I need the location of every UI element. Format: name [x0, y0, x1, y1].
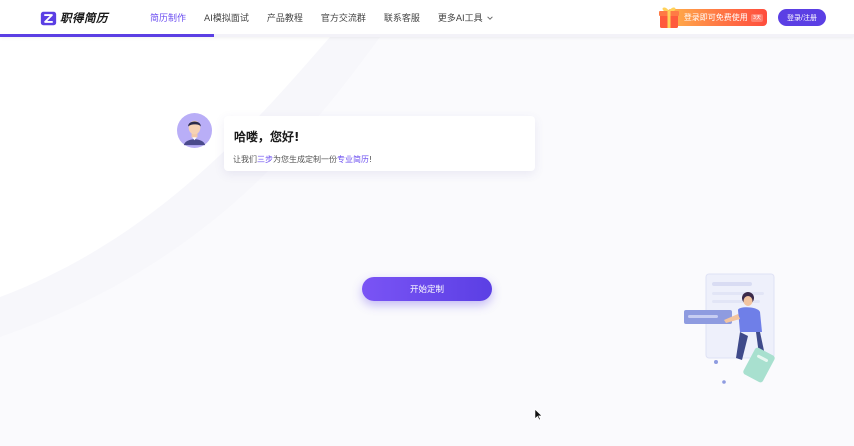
greeting-card: 哈喽，您好! 让我们三步为您生成定制一份专业简历! [224, 116, 535, 171]
nav-label: 简历制作 [150, 14, 187, 24]
mouse-cursor-icon [534, 408, 543, 421]
promo-pill: 登录即可免费使用 3天 [667, 9, 767, 26]
nav-label: 联系客服 [383, 14, 420, 24]
assistant-avatar [177, 113, 212, 148]
nav-item-tutorial[interactable]: 产品教程 [267, 11, 303, 24]
nav-label: 产品教程 [266, 14, 303, 24]
greeting-sub-text: 为您生成定制一份 [273, 155, 337, 164]
greeting-subtitle: 让我们三步为您生成定制一份专业简历! [233, 154, 372, 165]
progress-track [0, 34, 854, 37]
greeting-sub-text: 让我们 [233, 155, 257, 164]
greeting-highlight-steps: 三步 [257, 155, 273, 164]
nav-item-ai-interview[interactable]: AI模拟面试 [204, 11, 249, 24]
greeting-highlight-resume: 专业简历 [337, 155, 369, 164]
nav-label: AI模拟面试 [204, 14, 249, 24]
nav-item-resume[interactable]: 简历制作 [150, 11, 186, 24]
chevron-down-icon [486, 15, 493, 20]
start-customize-button[interactable]: 开始定制 [362, 277, 492, 301]
brand-logo[interactable]: 职得简历 [40, 9, 108, 27]
greeting-title: 哈喽，您好! [234, 130, 300, 144]
logo-mark-icon [40, 11, 57, 25]
nav-label: 官方交流群 [320, 14, 366, 24]
nav-label: 更多AI工具 [437, 14, 483, 24]
gift-icon [659, 7, 679, 28]
resume-illustration [684, 273, 775, 384]
brand-name: 职得简历 [60, 11, 108, 25]
login-register-button[interactable]: 登录/注册 [778, 9, 826, 26]
nav-item-support[interactable]: 联系客服 [384, 11, 420, 24]
progress-fill [0, 34, 214, 37]
promo-text: 登录即可免费使用 [683, 13, 748, 22]
nav-item-more-ai-tools[interactable]: 更多AI工具 [438, 11, 494, 24]
promo-tag: 3天 [750, 13, 763, 22]
nav-item-group[interactable]: 官方交流群 [321, 11, 366, 24]
promo-banner[interactable]: 登录即可免费使用 3天 [657, 6, 767, 28]
greeting-sub-text: ! [369, 155, 373, 164]
main-nav: 简历制作 AI模拟面试 产品教程 官方交流群 联系客服 更多AI工具 [150, 0, 512, 35]
top-header: 职得简历 简历制作 AI模拟面试 产品教程 官方交流群 联系客服 更多AI工具 … [0, 0, 854, 37]
